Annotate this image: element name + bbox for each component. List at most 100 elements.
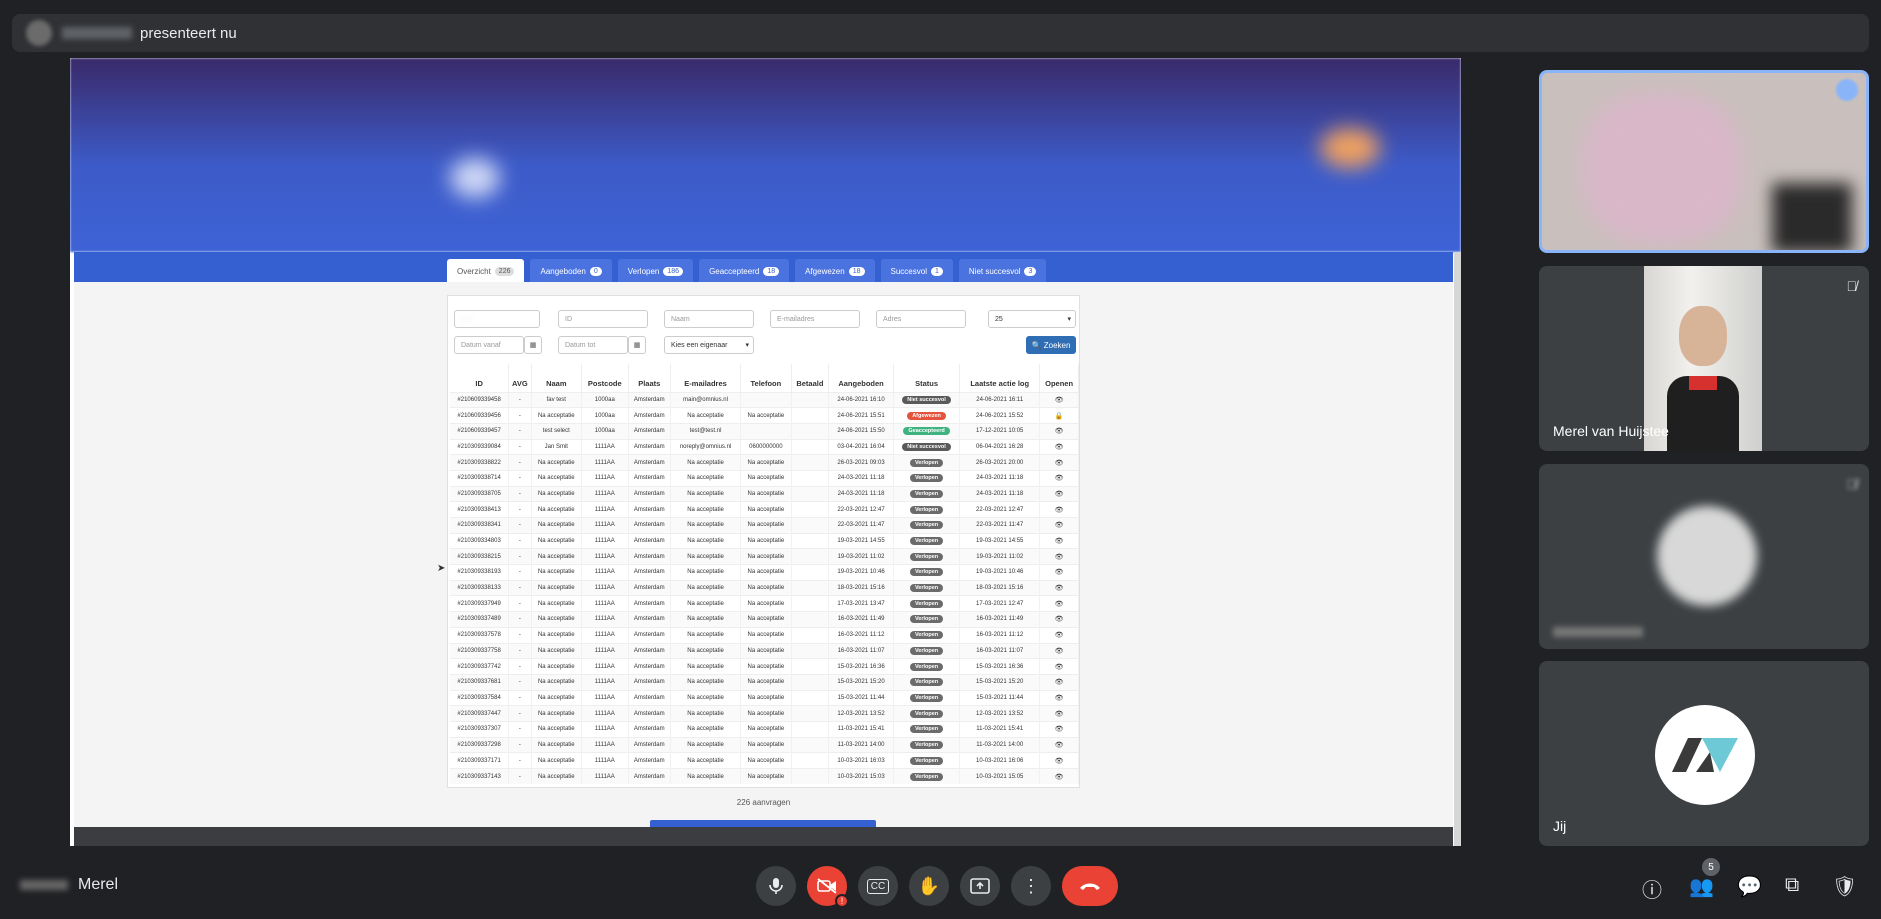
eye-icon[interactable]: 👁 xyxy=(1055,632,1064,639)
chat-icon[interactable]: 💬 xyxy=(1737,874,1762,899)
eye-icon[interactable]: 👁 xyxy=(1055,491,1064,498)
tab-geaccepteerd[interactable]: Geaccepteerd 18 xyxy=(699,259,790,283)
host-controls-icon[interactable]: 🛡 xyxy=(1832,874,1857,899)
column-header[interactable]: Status xyxy=(893,364,961,392)
eye-icon[interactable]: 👁 xyxy=(1055,742,1064,749)
tab-niet-succesvol[interactable]: Niet succesvol 3 xyxy=(958,259,1047,283)
tab-aangeboden[interactable]: Aangeboden 0 xyxy=(530,259,612,283)
scrollbar[interactable] xyxy=(1454,252,1461,846)
present-button[interactable] xyxy=(960,866,1000,906)
eye-icon[interactable]: 👁 xyxy=(1055,726,1064,733)
eye-icon[interactable]: 👁 xyxy=(1055,758,1064,765)
table-row[interactable]: #210309339084- Jan Smit 1111AA Amsterdam nor… xyxy=(450,438,1079,455)
column-header[interactable]: ID xyxy=(450,364,510,392)
table-row[interactable]: #210309338714- Na acceptatie 1111AA Amsterd… xyxy=(450,469,1079,487)
more-options-button[interactable]: ⋮ xyxy=(1011,866,1051,906)
participant-tile-blurred[interactable]: 🎙̸ xyxy=(1539,464,1869,649)
calendar-icon[interactable]: ▦ xyxy=(524,336,542,354)
table-row[interactable]: #210309337681- Na acceptatie 1111AA Amsterd… xyxy=(450,673,1079,691)
table-row[interactable]: #210309337758- Na acceptatie 1111AA Amsterd… xyxy=(450,642,1079,659)
eye-icon[interactable]: 👁 xyxy=(1055,460,1064,467)
adres-input[interactable]: Adres xyxy=(876,310,966,328)
eye-icon[interactable]: 👁 xyxy=(1055,507,1064,514)
table-row[interactable]: #210609339456- Na acceptatie 1000aa Amsterd… xyxy=(450,407,1079,424)
tab-overzicht[interactable]: Overzicht 226 xyxy=(447,259,525,283)
participant-tile-presenter[interactable] xyxy=(1539,70,1869,253)
table-row[interactable]: #210309337489- Na acceptatie 1111AA Amsterd… xyxy=(450,611,1079,628)
page-size-select[interactable]: 25 ▾ xyxy=(988,310,1076,328)
microphone-button[interactable] xyxy=(756,866,796,906)
eye-icon[interactable]: 👁 xyxy=(1055,616,1064,623)
table-row[interactable]: #210309337307- Na acceptatie 1111AA Amsterd… xyxy=(450,720,1079,738)
naam-input[interactable]: Naam xyxy=(664,310,754,328)
table-cell: #210309337584 xyxy=(450,689,510,706)
eye-icon[interactable]: 👁 xyxy=(1055,554,1064,561)
table-row[interactable]: #210309337143- Na acceptatie 1111AA Amsterd… xyxy=(450,768,1079,785)
table-cell: 11-03-2021 14:00 xyxy=(828,736,894,753)
participant-tile-merel[interactable]: 🎙̸ Merel van Huijstee xyxy=(1539,266,1869,451)
info-icon[interactable]: ⓘ xyxy=(1642,874,1662,903)
eye-icon[interactable]: 👁 xyxy=(1055,711,1064,718)
people-icon[interactable]: 👥 xyxy=(1689,874,1714,899)
eye-icon[interactable]: 👁 xyxy=(1055,585,1064,592)
table-row[interactable]: #210309338705- Na acceptatie 1111AA Amsterd… xyxy=(450,485,1079,502)
column-header[interactable]: Naam xyxy=(531,364,583,392)
table-row[interactable]: #210309337578- Na acceptatie 1111AA Amsterd… xyxy=(450,626,1079,643)
table-row[interactable]: #210309334803- Na acceptatie 1111AA Amsterd… xyxy=(450,532,1079,549)
column-header[interactable]: Plaats xyxy=(628,364,671,392)
activities-icon[interactable]: ⧉ xyxy=(1785,874,1799,897)
tab-verlopen[interactable]: Verlopen 186 xyxy=(617,259,694,283)
table-row[interactable]: #210309338215- Na acceptatie 1111AA Amsterd… xyxy=(450,548,1079,565)
table-row[interactable]: #210309338413- Na acceptatie 1111AA Amsterd… xyxy=(450,501,1079,518)
column-header[interactable]: AVG xyxy=(508,364,532,392)
eye-icon[interactable]: 👁 xyxy=(1055,522,1064,529)
table-row[interactable]: #210309337584- Na acceptatie 1111AA Amsterd… xyxy=(450,689,1079,706)
type-select-blurred[interactable]: ····· xyxy=(454,310,540,328)
eye-icon[interactable]: 👁 xyxy=(1055,679,1064,686)
datum-vanaf-input[interactable]: Datum vanaf xyxy=(454,336,524,354)
column-header[interactable]: E-mailadres xyxy=(670,364,742,392)
participant-tile-self[interactable]: Jij xyxy=(1539,661,1869,846)
table-row[interactable]: #210309338193- Na acceptatie 1111AA Amsterd… xyxy=(450,564,1079,581)
table-row[interactable]: #210309337447- Na acceptatie 1111AA Amsterd… xyxy=(450,705,1079,722)
column-header[interactable]: Telefoon xyxy=(740,364,792,392)
eigenaar-select[interactable]: Kies een eigenaar ▾ xyxy=(664,336,754,354)
eye-icon[interactable]: 👁 xyxy=(1055,569,1064,576)
tab-succesvol[interactable]: Succesvol 1 xyxy=(880,259,953,283)
eye-icon[interactable]: 👁 xyxy=(1055,774,1064,781)
eye-icon[interactable]: 👁 xyxy=(1055,444,1064,451)
table-row[interactable]: #210609339458- fav test 1000aa Amsterdam mai… xyxy=(450,391,1079,408)
table-row[interactable]: #210309337298- Na acceptatie 1111AA Amsterd… xyxy=(450,736,1079,753)
table-row[interactable]: #210309338822- Na acceptatie 1111AA Amsterd… xyxy=(450,454,1079,471)
eye-icon[interactable]: 👁 xyxy=(1055,428,1064,435)
column-header[interactable]: Betaald xyxy=(791,364,830,392)
calendar-icon[interactable]: ▦ xyxy=(628,336,646,354)
datum-tot-input[interactable]: Datum tot xyxy=(558,336,628,354)
eye-icon[interactable]: 👁 xyxy=(1055,475,1064,482)
table-row[interactable]: #210609339457- test select 1000aa Amsterdam… xyxy=(450,422,1079,440)
eye-icon[interactable]: 👁 xyxy=(1055,695,1064,702)
lock-icon[interactable]: 🔒 xyxy=(1055,413,1064,420)
table-row[interactable]: #210309338133- Na acceptatie 1111AA Amsterd… xyxy=(450,579,1079,596)
search-button[interactable]: 🔍 Zoeken xyxy=(1026,336,1076,354)
table-row[interactable]: #210309337949- Na acceptatie 1111AA Amsterd… xyxy=(450,595,1079,612)
email-input[interactable]: E-mailadres xyxy=(770,310,860,328)
column-header[interactable]: Aangeboden xyxy=(828,364,894,392)
column-header[interactable]: Laatste actie log xyxy=(959,364,1041,392)
camera-button[interactable]: ! xyxy=(807,866,849,908)
raise-hand-button[interactable]: ✋ xyxy=(909,866,949,906)
eye-icon[interactable]: 👁 xyxy=(1055,397,1064,404)
tab-afgewezen[interactable]: Afgewezen 18 xyxy=(795,259,875,283)
eye-icon[interactable]: 👁 xyxy=(1055,648,1064,655)
column-header[interactable]: Openen xyxy=(1039,364,1079,392)
id-input[interactable]: ID xyxy=(558,310,648,328)
column-header[interactable]: Postcode xyxy=(581,364,629,392)
table-row[interactable]: #210309337742- Na acceptatie 1111AA Amsterd… xyxy=(450,658,1079,675)
eye-icon[interactable]: 👁 xyxy=(1055,664,1064,671)
table-row[interactable]: #210309337171- Na acceptatie 1111AA Amsterd… xyxy=(450,752,1079,769)
eye-icon[interactable]: 👁 xyxy=(1055,538,1064,545)
table-row[interactable]: #210309338341- Na acceptatie 1111AA Amsterd… xyxy=(450,517,1079,534)
leave-call-button[interactable] xyxy=(1062,866,1118,906)
eye-icon[interactable]: 👁 xyxy=(1055,601,1064,608)
captions-button[interactable]: CC xyxy=(858,866,898,906)
